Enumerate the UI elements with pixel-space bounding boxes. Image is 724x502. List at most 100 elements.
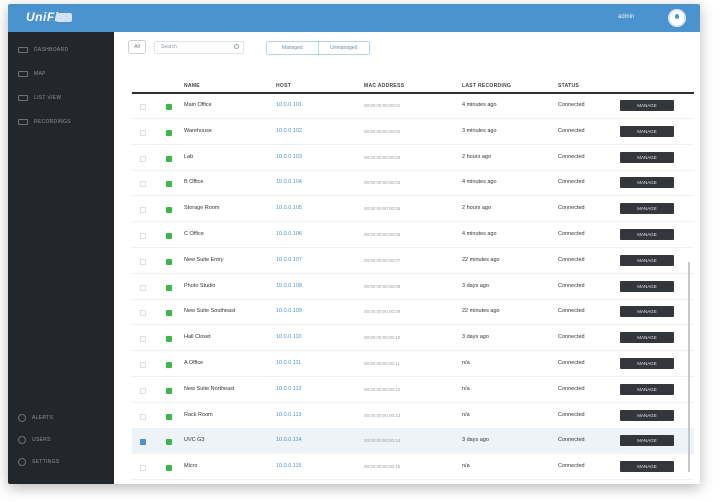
camera-host-link[interactable]: 10.0.0.113 xyxy=(276,412,302,418)
table-row[interactable]: B Office 10.0.0.104 00:00:00:00:00:04 4 min… xyxy=(132,171,694,197)
row-checkbox[interactable] xyxy=(140,207,146,214)
column-header-mac[interactable]: MAC ADDRESS xyxy=(364,83,404,89)
camera-name: New Suite Southeast xyxy=(184,308,236,315)
sidebar-item-list-view[interactable]: List View xyxy=(18,92,61,104)
scrollbar[interactable] xyxy=(688,262,692,472)
row-checkbox[interactable] xyxy=(140,362,146,368)
table-row[interactable]: Lab 10.0.0.103 00:00:00:00:00:03 2 hours ag… xyxy=(132,146,694,171)
camera-host-link[interactable]: 10.0.0.111 xyxy=(276,360,301,366)
manage-button[interactable]: MANAGE xyxy=(620,229,674,240)
camera-host-link[interactable]: 10.0.0.103 xyxy=(276,154,302,160)
camera-host-link[interactable]: 10.0.0.108 xyxy=(276,283,302,289)
row-checkbox[interactable] xyxy=(140,129,146,136)
manage-button[interactable]: MANAGE xyxy=(620,203,674,215)
sidebar-item-users[interactable]: Users xyxy=(18,434,51,446)
camera-host-link[interactable]: 10.0.0.115 xyxy=(276,463,302,469)
camera-mac: 00:00:00:00:00:02 xyxy=(364,128,401,134)
managed-filter-toggle: Managed Unmanaged xyxy=(266,41,370,55)
manage-button[interactable]: MANAGE xyxy=(620,435,674,447)
camera-status: Connected xyxy=(558,256,585,263)
row-checkbox[interactable] xyxy=(140,413,146,420)
manage-button[interactable]: MANAGE xyxy=(620,280,674,292)
camera-name: New Suite Entry xyxy=(184,256,224,263)
manage-button[interactable]: MANAGE xyxy=(620,461,674,473)
sidebar-item-recordings[interactable]: Recordings xyxy=(18,116,71,128)
filter-unmanaged-button[interactable]: Unmanaged xyxy=(317,42,370,54)
row-checkbox[interactable] xyxy=(140,310,146,317)
camera-host-link[interactable]: 10.0.0.114 xyxy=(276,437,302,443)
camera-host-link[interactable]: 10.0.0.102 xyxy=(276,128,302,134)
table-row[interactable]: New Suite Entry 10.0.0.107 00:00:00:00:00:… xyxy=(132,249,694,274)
camera-host-link[interactable]: 10.0.0.104 xyxy=(276,179,302,185)
manage-button[interactable]: MANAGE xyxy=(620,409,674,421)
status-dot-icon xyxy=(166,465,172,472)
row-checkbox[interactable] xyxy=(140,284,146,291)
status-dot-icon xyxy=(166,207,172,214)
row-checkbox[interactable] xyxy=(140,258,146,265)
sidebar-item-dashboard[interactable]: Dashboard xyxy=(18,44,68,56)
manage-button[interactable]: MANAGE xyxy=(620,100,674,111)
sidebar-item-map[interactable]: Map xyxy=(18,68,46,80)
row-checkbox[interactable] xyxy=(140,336,146,343)
camera-host-link[interactable]: 10.0.0.109 xyxy=(276,308,302,314)
manage-button[interactable]: MANAGE xyxy=(620,332,674,344)
camera-host-link[interactable]: 10.0.0.105 xyxy=(276,205,302,211)
top-bar: UniFi admin xyxy=(8,4,700,32)
select-all-button[interactable]: All xyxy=(128,40,146,54)
row-checkbox[interactable] xyxy=(140,439,146,446)
camera-last-recording: 4 minutes ago xyxy=(462,231,497,237)
camera-mac: 00:00:00:00:00:14 xyxy=(364,438,401,444)
manage-button[interactable]: MANAGE xyxy=(620,151,674,163)
filter-managed-button[interactable]: Managed xyxy=(267,42,318,54)
unifi-logo[interactable]: UniFi xyxy=(26,10,59,24)
manage-button[interactable]: MANAGE xyxy=(620,358,674,369)
manage-button[interactable]: MANAGE xyxy=(620,306,674,318)
camera-last-recording: n/a xyxy=(462,463,470,470)
row-checkbox[interactable] xyxy=(140,181,146,188)
row-checkbox[interactable] xyxy=(140,387,146,394)
camera-host-link[interactable]: 10.0.0.101 xyxy=(276,102,302,108)
column-header-last-recording[interactable]: LAST RECORDING xyxy=(462,83,511,89)
manage-button[interactable]: MANAGE xyxy=(620,177,674,189)
camera-mac: 00:00:00:00:00:03 xyxy=(364,154,401,160)
status-dot-icon xyxy=(166,310,172,317)
status-dot-icon xyxy=(166,284,172,291)
column-header-host[interactable]: HOST xyxy=(276,83,291,89)
user-avatar-icon[interactable] xyxy=(668,9,686,27)
camera-host-link[interactable]: 10.0.0.106 xyxy=(276,231,302,237)
table-row[interactable]: A Office 10.0.0.111 00:00:00:00:00:11 n/a Co… xyxy=(132,352,694,377)
camera-last-recording: 3 days ago xyxy=(462,437,489,444)
table-row[interactable]: New Suite Northeast 10.0.0.112 00:00:00:00… xyxy=(132,378,694,403)
user-name[interactable]: admin xyxy=(618,14,634,20)
camera-last-recording: 4 minutes ago xyxy=(462,179,497,186)
sidebar-item-alerts[interactable]: Alerts xyxy=(18,412,53,424)
table-row[interactable]: Main Office 10.0.0.101 00:00:00:00:00:01 4 … xyxy=(132,94,694,119)
manage-button[interactable]: MANAGE xyxy=(620,254,674,266)
row-checkbox[interactable] xyxy=(140,155,146,162)
table-row[interactable]: Hall Closet 10.0.0.110 00:00:00:00:00:10 3 … xyxy=(132,326,694,352)
camera-status: Connected xyxy=(558,308,585,315)
row-checkbox[interactable] xyxy=(140,233,146,239)
table-row[interactable]: UVC G3 10.0.0.114 00:00:00:00:00:14 3 days … xyxy=(132,429,694,455)
table-row[interactable]: Rack Room 10.0.0.113 00:00:00:00:00:13 n/a C… xyxy=(132,404,694,429)
sidebar-item-settings[interactable]: Settings xyxy=(18,456,59,468)
table-row[interactable]: Photo Studio 10.0.0.108 00:00:00:00:00:08 3… xyxy=(132,275,694,300)
camera-name: C Office xyxy=(184,231,204,237)
manage-button[interactable]: MANAGE xyxy=(620,125,674,137)
column-header-name[interactable]: NAME xyxy=(184,83,200,89)
row-checkbox[interactable] xyxy=(140,104,146,110)
camera-host-link[interactable]: 10.0.0.110 xyxy=(276,334,302,340)
table-row[interactable]: Warehouse 10.0.0.102 00:00:00:00:00:02 3 mi… xyxy=(132,120,694,145)
column-header-status[interactable]: STATUS xyxy=(558,83,579,89)
manage-button[interactable]: MANAGE xyxy=(620,383,674,395)
table-row[interactable]: C Office 10.0.0.106 00:00:00:00:00:06 4 min… xyxy=(132,223,694,248)
row-checkbox[interactable] xyxy=(140,465,146,472)
bell-icon xyxy=(18,414,26,422)
table-row[interactable]: Micro 10.0.0.115 00:00:00:00:00:15 n/a Conne… xyxy=(132,455,694,481)
search-input[interactable]: Search xyxy=(154,41,244,54)
table-row[interactable]: New Suite Southeast 10.0.0.109 00:00:00:00… xyxy=(132,300,694,326)
camera-host-link[interactable]: 10.0.0.107 xyxy=(276,257,302,263)
camera-host-link[interactable]: 10.0.0.112 xyxy=(276,386,302,392)
table-row[interactable]: Storage Room 10.0.0.105 00:00:00:00:00:05 2… xyxy=(132,197,694,223)
camera-last-recording: 2 hours ago xyxy=(462,153,492,160)
